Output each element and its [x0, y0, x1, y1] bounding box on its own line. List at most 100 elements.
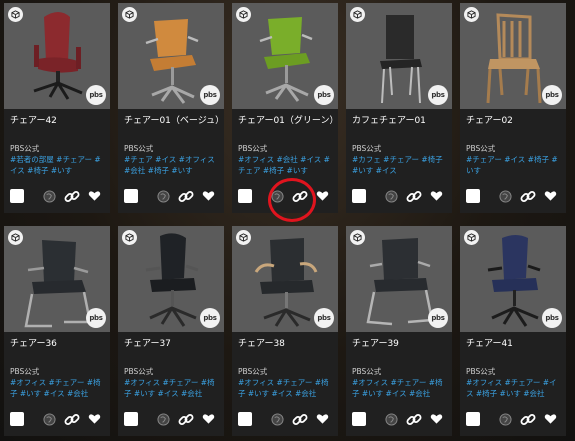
link-icon[interactable] [178, 412, 194, 428]
select-checkbox[interactable] [124, 189, 138, 203]
globe-icon[interactable] [43, 190, 56, 203]
asset-tags[interactable]: #オフィス #チェアー #椅子 #いす #イス #会社 [238, 377, 334, 399]
asset-thumbnail[interactable]: pbs [118, 3, 224, 109]
asset-title: チェアー36 [10, 339, 57, 349]
globe-icon[interactable] [271, 413, 284, 426]
asset-tags[interactable]: #オフィス #会社 #イス #チェア #椅子 #いす [238, 154, 334, 176]
asset-thumbnail[interactable]: pbs [346, 226, 452, 332]
asset-card-chair-42[interactable]: pbs チェアー42 PBS公式 #若者の部屋 #チェアー #イス #椅子 #い… [4, 3, 110, 213]
pbs-badge: pbs [428, 85, 448, 105]
asset-actions [10, 412, 106, 428]
globe-icon[interactable] [157, 190, 170, 203]
link-icon[interactable] [178, 189, 194, 205]
pbs-badge: pbs [86, 308, 106, 328]
asset-title: チェアー37 [124, 339, 171, 349]
asset-actions [466, 189, 562, 205]
asset-tags[interactable]: #チェアー #イス #椅子 #いす [466, 154, 562, 176]
select-checkbox[interactable] [352, 189, 366, 203]
asset-card-chair-01-beige[interactable]: pbs チェアー01（ベージュ） PBS公式 #チェア #イス #オフィス #会… [118, 3, 224, 213]
asset-card-cafe-chair-01[interactable]: pbs カフェチェアー01 PBS公式 #カフェ #チェアー #椅子 #いす #… [346, 3, 452, 213]
asset-thumbnail[interactable]: pbs [4, 226, 110, 332]
asset-title: チェアー38 [238, 339, 285, 349]
select-checkbox[interactable] [466, 189, 480, 203]
asset-tags[interactable]: #若者の部屋 #チェアー #イス #椅子 #いす [10, 154, 106, 176]
asset-thumbnail[interactable]: pbs [460, 226, 566, 332]
asset-card-chair-02[interactable]: pbs チェアー02 PBS公式 #チェアー #イス #椅子 #いす [460, 3, 566, 213]
cube-icon [236, 7, 251, 22]
pbs-badge: pbs [542, 308, 562, 328]
asset-card-chair-01-green[interactable]: pbs チェアー01（グリーン） PBS公式 #オフィス #会社 #イス #チェ… [232, 3, 338, 213]
asset-card-chair-39[interactable]: pbs チェアー39 PBS公式 #オフィス #チェアー #椅子 #いす #イス… [346, 226, 452, 436]
globe-icon[interactable] [499, 190, 512, 203]
asset-actions [124, 189, 220, 205]
asset-thumbnail[interactable]: pbs [232, 3, 338, 109]
pbs-badge: pbs [314, 85, 334, 105]
link-icon[interactable] [520, 412, 536, 428]
pbs-badge: pbs [200, 308, 220, 328]
link-icon[interactable] [292, 189, 308, 205]
globe-icon[interactable] [43, 413, 56, 426]
heart-icon[interactable] [88, 413, 101, 425]
cube-icon [464, 230, 479, 245]
heart-icon[interactable] [544, 413, 557, 425]
pbs-badge: pbs [86, 85, 106, 105]
globe-icon[interactable] [271, 190, 284, 203]
asset-author: PBS公式 [124, 144, 154, 153]
asset-thumbnail[interactable]: pbs [4, 3, 110, 109]
asset-actions [352, 412, 448, 428]
asset-actions [10, 189, 106, 205]
asset-actions [124, 412, 220, 428]
link-icon[interactable] [406, 412, 422, 428]
asset-card-chair-37[interactable]: pbs チェアー37 PBS公式 #オフィス #チェアー #椅子 #いす #イス… [118, 226, 224, 436]
asset-thumbnail[interactable]: pbs [346, 3, 452, 109]
asset-card-chair-41[interactable]: pbs チェアー41 PBS公式 #オフィス #チェアー #イス #椅子 #いす… [460, 226, 566, 436]
link-icon[interactable] [520, 189, 536, 205]
heart-icon[interactable] [430, 413, 443, 425]
heart-icon[interactable] [88, 190, 101, 202]
link-icon[interactable] [64, 412, 80, 428]
asset-tags[interactable]: #オフィス #チェアー #椅子 #いす #イス #会社 [10, 377, 106, 399]
asset-author: PBS公式 [466, 144, 496, 153]
link-icon[interactable] [406, 189, 422, 205]
link-icon[interactable] [64, 189, 80, 205]
heart-icon[interactable] [544, 190, 557, 202]
asset-author: PBS公式 [10, 144, 40, 153]
pbs-badge: pbs [200, 85, 220, 105]
select-checkbox[interactable] [352, 412, 366, 426]
globe-icon[interactable] [385, 190, 398, 203]
heart-icon[interactable] [316, 190, 329, 202]
asset-title: チェアー42 [10, 116, 57, 126]
globe-icon[interactable] [157, 413, 170, 426]
heart-icon[interactable] [202, 413, 215, 425]
pbs-badge: pbs [314, 308, 334, 328]
asset-thumbnail[interactable]: pbs [118, 226, 224, 332]
heart-icon[interactable] [430, 190, 443, 202]
asset-card-chair-38[interactable]: pbs チェアー38 PBS公式 #オフィス #チェアー #椅子 #いす #イス… [232, 226, 338, 436]
asset-thumbnail[interactable]: pbs [232, 226, 338, 332]
asset-tags[interactable]: #カフェ #チェアー #椅子 #いす #イス [352, 154, 448, 176]
asset-author: PBS公式 [352, 367, 382, 376]
select-checkbox[interactable] [238, 412, 252, 426]
heart-icon[interactable] [316, 413, 329, 425]
select-checkbox[interactable] [10, 189, 24, 203]
asset-card-chair-36[interactable]: pbs チェアー36 PBS公式 #オフィス #チェアー #椅子 #いす #イス… [4, 226, 110, 436]
globe-icon[interactable] [385, 413, 398, 426]
heart-icon[interactable] [202, 190, 215, 202]
select-checkbox[interactable] [466, 412, 480, 426]
asset-thumbnail[interactable]: pbs [460, 3, 566, 109]
asset-tags[interactable]: #オフィス #チェアー #椅子 #いす #イス #会社 [352, 377, 448, 399]
select-checkbox[interactable] [10, 412, 24, 426]
asset-author: PBS公式 [238, 144, 268, 153]
globe-icon[interactable] [499, 413, 512, 426]
chair-asset-grid: pbs チェアー42 PBS公式 #若者の部屋 #チェアー #イス #椅子 #い… [4, 3, 566, 436]
select-checkbox[interactable] [238, 189, 252, 203]
asset-tags[interactable]: #オフィス #チェアー #イス #椅子 #いす #会社 [466, 377, 562, 399]
link-icon[interactable] [292, 412, 308, 428]
asset-author: PBS公式 [10, 367, 40, 376]
asset-actions [238, 189, 334, 205]
asset-title: チェアー02 [466, 116, 513, 126]
asset-tags[interactable]: #チェア #イス #オフィス #会社 #椅子 #いす [124, 154, 220, 176]
asset-tags[interactable]: #オフィス #チェアー #椅子 #いす #イス #会社 [124, 377, 220, 399]
select-checkbox[interactable] [124, 412, 138, 426]
cube-icon [122, 230, 137, 245]
